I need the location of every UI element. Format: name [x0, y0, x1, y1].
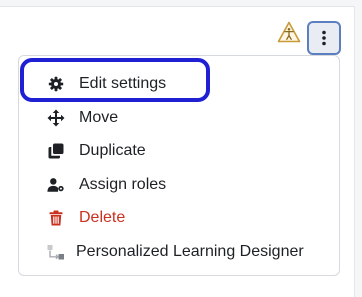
move-arrows-icon [47, 109, 65, 127]
menu-item-label: Duplicate [79, 142, 146, 159]
pld-flow-icon [47, 243, 65, 261]
menu-item-duplicate[interactable]: Duplicate [19, 136, 339, 166]
gear-icon [47, 75, 65, 93]
trash-icon [47, 209, 65, 227]
menu-item-move[interactable]: Move [19, 103, 339, 133]
menu-item-assign-roles[interactable]: Assign roles [19, 170, 339, 200]
actions-dropdown-menu: Edit settings Move Duplicate Assign role… [18, 55, 340, 276]
menu-item-label: Move [79, 109, 119, 126]
menu-item-label: Delete [79, 209, 126, 226]
menu-item-label: Personalized Learning Designer [76, 243, 304, 260]
menu-item-delete[interactable]: Delete [19, 203, 339, 233]
actions-menu-button[interactable] [307, 21, 341, 55]
vertical-ellipsis-icon [322, 30, 326, 46]
accessibility-warning-icon [277, 21, 301, 43]
user-cog-icon [47, 176, 65, 194]
menu-item-personalized-learning-designer[interactable]: Personalized Learning Designer [19, 237, 339, 267]
copy-icon [47, 142, 65, 160]
menu-item-label: Assign roles [79, 176, 167, 193]
menu-item-label: Edit settings [79, 75, 167, 92]
menu-item-edit-settings[interactable]: Edit settings [19, 69, 339, 99]
